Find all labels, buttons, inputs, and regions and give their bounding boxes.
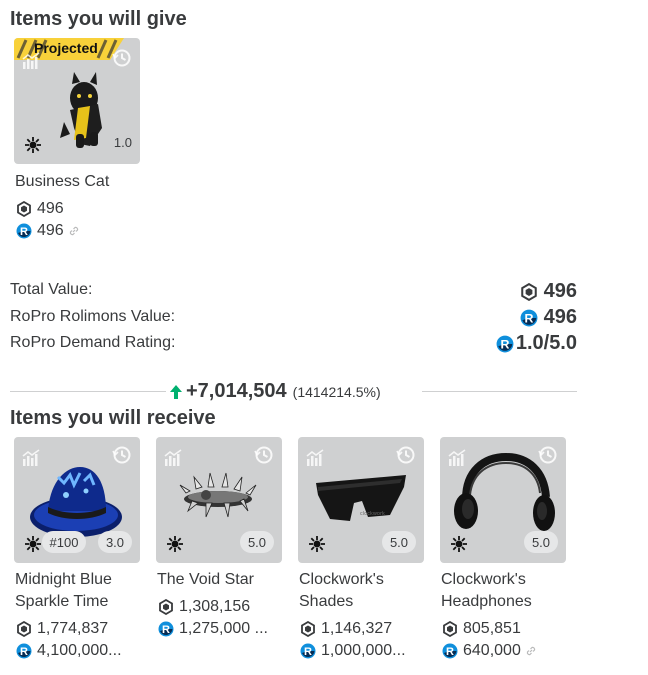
- robux-value-row: 1,774,837: [16, 619, 108, 639]
- item-name-midnight-blue-sparkle-time[interactable]: Midnight Blue Sparkle Time: [15, 569, 155, 613]
- rank-badge: #100: [42, 531, 86, 553]
- item-name-line2: Headphones: [441, 593, 532, 610]
- rolimons-total-value: 496: [520, 306, 577, 329]
- item-card-clockworks-shades[interactable]: clockwork 5.0: [298, 437, 424, 563]
- value-chart-icon[interactable]: [164, 449, 184, 467]
- item-card-midnight-blue-sparkle-time[interactable]: #100 3.0: [14, 437, 140, 563]
- up-arrow-icon: [170, 384, 182, 399]
- history-icon[interactable]: [538, 445, 558, 465]
- divider-left: [10, 391, 166, 392]
- rolimons-value: 4,100,000...: [37, 642, 122, 659]
- history-icon[interactable]: [396, 445, 416, 465]
- value-chart-icon[interactable]: [306, 449, 326, 467]
- value-difference: +7,014,504 (1414214.5%): [170, 380, 381, 403]
- rolimons-value-row: 1,000,000...: [300, 641, 406, 661]
- divider-right: [422, 391, 577, 392]
- robux-icon: [16, 201, 32, 217]
- give-section-title: Items you will give: [10, 8, 187, 30]
- link-icon[interactable]: [525, 645, 537, 657]
- robux-value: 1,774,837: [37, 620, 109, 637]
- rolimons-icon: [442, 643, 458, 659]
- rolimons-value-label: RoPro Rolimons Value:: [10, 308, 176, 325]
- demand-rating: 5.0: [524, 531, 558, 553]
- difference-amount: +7,014,504: [186, 380, 287, 402]
- limited-icon: [24, 535, 42, 553]
- rolimons-icon: [16, 223, 32, 239]
- item-name-the-void-star[interactable]: The Void Star: [157, 569, 297, 591]
- robux-value: 1,146,327: [321, 620, 393, 637]
- limited-icon: [450, 535, 468, 553]
- rolimons-icon: [300, 643, 316, 659]
- robux-icon: [520, 283, 538, 301]
- value-chart-icon[interactable]: [22, 52, 42, 70]
- demand-rating-amount: 1.0/5.0: [515, 332, 577, 354]
- item-name-line1: The Void Star: [157, 571, 254, 588]
- value-chart-icon[interactable]: [22, 449, 42, 467]
- limited-icon: [308, 535, 326, 553]
- rolimons-icon: [158, 621, 174, 637]
- rolimons-value-row: 1,275,000 ...: [158, 619, 268, 639]
- rolimons-icon: [496, 335, 514, 353]
- link-icon[interactable]: [68, 225, 80, 237]
- limited-icon: [24, 136, 42, 154]
- demand-rating: 3.0: [98, 531, 132, 553]
- item-card-clockworks-headphones[interactable]: 5.0: [440, 437, 566, 563]
- demand-rating: 1.0: [113, 135, 132, 150]
- item-name-line2: Sparkle Time: [15, 593, 109, 610]
- history-icon[interactable]: [254, 445, 274, 465]
- rolimons-value: 640,000: [463, 642, 521, 659]
- robux-value: 805,851: [463, 620, 521, 637]
- rolimons-icon: [520, 309, 538, 327]
- robux-value: 496: [37, 200, 64, 217]
- demand-rating-label: RoPro Demand Rating:: [10, 334, 176, 351]
- item-card-business-cat[interactable]: Projected 1.0: [14, 38, 140, 164]
- robux-value-row: 496: [16, 199, 64, 219]
- robux-icon: [442, 621, 458, 637]
- item-name-clockworks-headphones[interactable]: Clockwork's Headphones: [441, 569, 581, 613]
- demand-rating: 5.0: [240, 531, 274, 553]
- robux-icon: [300, 621, 316, 637]
- difference-percent: (1414214.5%): [292, 383, 381, 400]
- rolimons-value: 1,275,000 ...: [179, 620, 268, 637]
- total-value: 496: [520, 280, 577, 303]
- rolimons-value-row: 496: [16, 221, 85, 241]
- demand-rating: 5.0: [382, 531, 416, 553]
- limited-icon: [166, 535, 184, 553]
- item-card-the-void-star[interactable]: 5.0: [156, 437, 282, 563]
- item-name-line2: Shades: [299, 593, 354, 610]
- projected-label: Projected: [34, 40, 98, 56]
- demand-rating-value: 1.0/5.0: [496, 332, 577, 355]
- robux-value-row: 1,146,327: [300, 619, 392, 639]
- rolimons-total-amount: 496: [543, 306, 577, 328]
- robux-value-row: 1,308,156: [158, 597, 250, 617]
- robux-icon: [158, 599, 174, 615]
- item-name-business-cat[interactable]: Business Cat: [15, 171, 155, 193]
- receive-section-title: Items you will receive: [10, 407, 216, 429]
- value-chart-icon[interactable]: [448, 449, 468, 467]
- rolimons-value-row: 4,100,000...: [16, 641, 122, 661]
- history-icon[interactable]: [112, 445, 132, 465]
- item-name-line1: Clockwork's: [441, 571, 526, 588]
- robux-value: 1,308,156: [179, 598, 251, 615]
- robux-value-row: 805,851: [442, 619, 521, 639]
- rolimons-value-row: 640,000: [442, 641, 542, 661]
- robux-icon: [16, 621, 32, 637]
- history-icon[interactable]: [112, 48, 132, 68]
- rolimons-value: 496: [37, 222, 64, 239]
- item-name-clockworks-shades[interactable]: Clockwork's Shades: [299, 569, 439, 613]
- item-name-line1: Clockwork's: [299, 571, 384, 588]
- item-name-line1: Midnight Blue: [15, 571, 112, 588]
- total-value-label: Total Value:: [10, 281, 93, 298]
- svg-text:clockwork: clockwork: [360, 511, 385, 517]
- total-value-amount: 496: [543, 280, 577, 302]
- rolimons-icon: [16, 643, 32, 659]
- rolimons-value: 1,000,000...: [321, 642, 406, 659]
